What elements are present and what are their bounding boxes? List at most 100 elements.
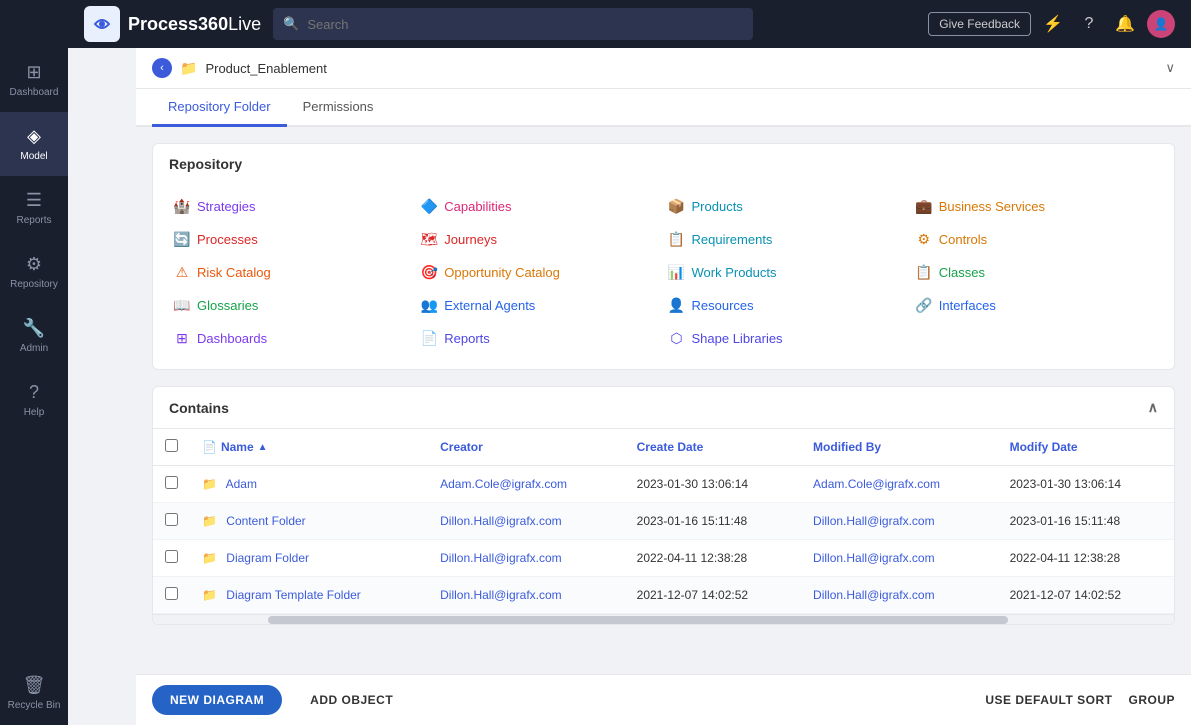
repo-item-journeys[interactable]: 🗺 Journeys [416, 225, 663, 254]
col-creator: Creator [428, 429, 625, 466]
row-name-link[interactable]: Diagram Folder [226, 551, 309, 565]
search-bar[interactable]: 🔍 [273, 8, 753, 40]
row-name: 📁 Diagram Folder [190, 540, 428, 577]
main-content: ‹ 📁 Product_Enablement ∨ Repository Fold… [136, 48, 1191, 725]
new-diagram-button[interactable]: NEW DIAGRAM [152, 685, 282, 715]
col-modified-by: Modified By [801, 429, 998, 466]
repo-item-risk-catalog[interactable]: ⚠ Risk Catalog [169, 258, 416, 287]
repo-item-interfaces[interactable]: 🔗 Interfaces [911, 291, 1158, 320]
tab-permissions[interactable]: Permissions [287, 89, 390, 127]
select-all-checkbox[interactable] [165, 439, 178, 452]
repo-item-work-products[interactable]: 📊 Work Products [664, 258, 911, 287]
file-icon: 📄 [202, 440, 217, 454]
notifications-icon[interactable]: 🔔 [1111, 10, 1139, 38]
search-icon: 🔍 [283, 16, 299, 32]
repo-item-classes[interactable]: 📋 Classes [911, 258, 1158, 287]
sidebar-label-recycle: Recycle Bin [8, 700, 61, 711]
repository-title: Repository [169, 156, 242, 172]
breadcrumb-bar: ‹ 📁 Product_Enablement ∨ [136, 48, 1191, 89]
folder-icon: 📁 [202, 588, 217, 602]
row-checkbox[interactable] [165, 550, 178, 563]
contains-table: 📄 Name ▲ Creator Create Date Modified By… [153, 429, 1174, 614]
row-modify-date: 2023-01-16 15:11:48 [998, 503, 1174, 540]
sidebar-item-recycle[interactable]: 🗑 Recycle Bin [0, 661, 68, 725]
repo-item-shape-libraries[interactable]: ⬡ Shape Libraries [664, 324, 911, 353]
row-modified-by: Dillon.Hall@igrafx.com [801, 577, 998, 614]
contains-header: Contains ∧ [153, 387, 1174, 429]
resources-icon: 👤 [668, 297, 686, 314]
tabs-bar: Repository Folder Permissions [136, 89, 1191, 127]
use-default-sort-button[interactable]: USE DEFAULT SORT [985, 693, 1112, 707]
repo-item-requirements[interactable]: 📋 Requirements [664, 225, 911, 254]
business-services-icon: 💼 [915, 198, 933, 215]
row-name-link[interactable]: Diagram Template Folder [226, 588, 361, 602]
sidebar-item-dashboard[interactable]: ⊞ Dashboard [0, 48, 68, 112]
add-object-button[interactable]: ADD OBJECT [298, 685, 405, 715]
breadcrumb-back-button[interactable]: ‹ [152, 58, 172, 78]
sidebar: ⊞ Dashboard ◈ Model ☰ Reports ⚙ Reposito… [0, 0, 68, 725]
col-name: 📄 Name ▲ [190, 429, 428, 466]
sidebar-item-repository[interactable]: ⚙ Repository [0, 240, 68, 304]
row-checkbox[interactable] [165, 587, 178, 600]
row-name-link[interactable]: Content Folder [226, 514, 305, 528]
give-feedback-button[interactable]: Give Feedback [928, 12, 1031, 36]
table-row: 📁 Content Folder Dillon.Hall@igrafx.com … [153, 503, 1174, 540]
admin-icon: 🔧 [23, 318, 45, 339]
repo-item-capabilities[interactable]: 🔷 Capabilities [416, 192, 663, 221]
repository-grid: 🏰 Strategies 🔷 Capabilities 📦 Products 💼… [153, 184, 1174, 369]
interfaces-label: Interfaces [939, 298, 996, 313]
contains-card: Contains ∧ 📄 Name ▲ [152, 386, 1175, 625]
row-modified-by: Dillon.Hall@igrafx.com [801, 540, 998, 577]
row-name-link[interactable]: Adam [226, 477, 257, 491]
table-row: 📁 Diagram Folder Dillon.Hall@igrafx.com … [153, 540, 1174, 577]
row-name: 📁 Diagram Template Folder [190, 577, 428, 614]
scroll-thumb [268, 616, 1008, 624]
repo-item-strategies[interactable]: 🏰 Strategies [169, 192, 416, 221]
repo-item-controls[interactable]: ⚙ Controls [911, 225, 1158, 254]
tab-repository-folder[interactable]: Repository Folder [152, 89, 287, 127]
row-creator: Dillon.Hall@igrafx.com [428, 503, 625, 540]
row-creator: Adam.Cole@igrafx.com [428, 466, 625, 503]
repo-item-glossaries[interactable]: 📖 Glossaries [169, 291, 416, 320]
reports-label: Reports [444, 331, 490, 346]
recycle-icon: 🗑 [23, 675, 46, 696]
row-checkbox-cell [153, 577, 190, 614]
repo-item-opportunity-catalog[interactable]: 🎯 Opportunity Catalog [416, 258, 663, 287]
contains-collapse-icon[interactable]: ∧ [1148, 399, 1158, 416]
sidebar-item-admin[interactable]: 🔧 Admin [0, 304, 68, 368]
repo-item-reports[interactable]: 📄 Reports [416, 324, 663, 353]
user-avatar[interactable]: 👤 [1147, 10, 1175, 38]
repo-item-dashboards[interactable]: ⊞ Dashboards [169, 324, 416, 353]
reports-repo-icon: 📄 [420, 330, 438, 347]
table-row: 📁 Diagram Template Folder Dillon.Hall@ig… [153, 577, 1174, 614]
model-icon: ◈ [27, 126, 41, 147]
breadcrumb-expand-icon[interactable]: ∨ [1165, 60, 1175, 76]
search-input[interactable] [307, 17, 743, 32]
logo-icon [84, 6, 120, 42]
row-checkbox[interactable] [165, 513, 178, 526]
row-checkbox[interactable] [165, 476, 178, 489]
sidebar-item-model[interactable]: ◈ Model [0, 112, 68, 176]
horizontal-scrollbar[interactable] [153, 614, 1174, 624]
sidebar-label-help: Help [24, 407, 45, 418]
row-modified-by: Adam.Cole@igrafx.com [801, 466, 998, 503]
repo-item-products[interactable]: 📦 Products [664, 192, 911, 221]
strategies-label: Strategies [197, 199, 256, 214]
group-button[interactable]: GROUP [1128, 693, 1175, 707]
help-icon[interactable]: ? [1075, 10, 1103, 38]
sidebar-item-help[interactable]: ? Help [0, 368, 68, 432]
row-modified-by: Dillon.Hall@igrafx.com [801, 503, 998, 540]
sidebar-item-reports[interactable]: ☰ Reports [0, 176, 68, 240]
row-name: 📁 Adam [190, 466, 428, 503]
journeys-label: Journeys [444, 232, 497, 247]
work-products-icon: 📊 [668, 264, 686, 281]
sidebar-label-dashboard: Dashboard [10, 87, 59, 98]
repo-item-business-services[interactable]: 💼 Business Services [911, 192, 1158, 221]
repo-item-external-agents[interactable]: 👥 External Agents [416, 291, 663, 320]
repo-item-processes[interactable]: 🔄 Processes [169, 225, 416, 254]
lightning-icon[interactable]: ⚡ [1039, 10, 1067, 38]
repo-item-resources[interactable]: 👤 Resources [664, 291, 911, 320]
classes-icon: 📋 [915, 264, 933, 281]
row-checkbox-cell [153, 540, 190, 577]
shape-libraries-label: Shape Libraries [692, 331, 783, 346]
